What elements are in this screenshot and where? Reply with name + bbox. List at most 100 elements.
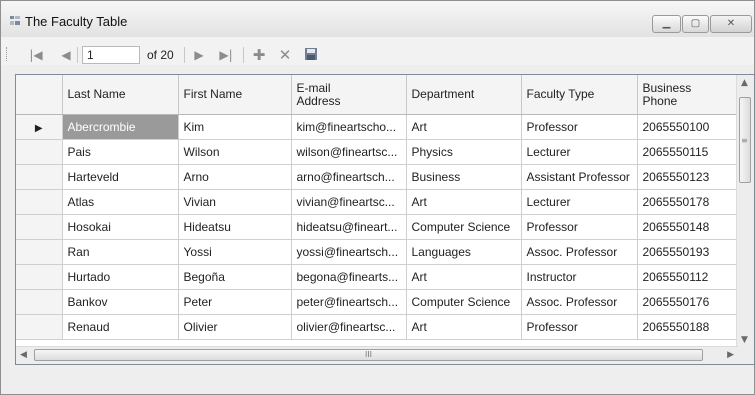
table-cell[interactable]: Kim xyxy=(178,114,292,140)
title-bar[interactable]: The Faculty Table ▁ ▢ ✕ xyxy=(1,1,754,37)
add-new-button[interactable]: ✚ xyxy=(251,47,267,63)
table-cell[interactable]: Wilson xyxy=(178,139,292,165)
scroll-left-icon[interactable]: ◀ xyxy=(20,350,27,360)
row-header[interactable] xyxy=(16,264,63,290)
scroll-right-icon[interactable]: ▶ xyxy=(727,350,734,360)
table-cell[interactable]: Arno xyxy=(178,164,292,190)
table-cell[interactable]: Hurtado xyxy=(62,264,179,290)
table-cell[interactable]: peter@fineartsch... xyxy=(291,289,407,315)
row-header[interactable] xyxy=(16,164,63,190)
row-header-corner[interactable] xyxy=(16,75,63,115)
table-cell[interactable]: Peter xyxy=(178,289,292,315)
table-row[interactable]: ▶ Abercrombie Kim kim@fineartscho... Art Prof… xyxy=(16,114,740,140)
table-cell[interactable]: Yossi xyxy=(178,239,292,265)
table-cell[interactable]: Harteveld xyxy=(62,164,179,190)
table-cell[interactable]: Assistant Professor xyxy=(521,164,638,190)
table-cell[interactable]: Assoc. Professor xyxy=(521,289,638,315)
minimize-button[interactable]: ▁ xyxy=(652,15,681,33)
table-row[interactable]: Hurtado Begoña begona@finearts... Art Instru… xyxy=(16,264,740,290)
horizontal-scrollbar[interactable]: ◀ III ▶ xyxy=(16,346,738,364)
delete-button[interactable]: ✕ xyxy=(277,47,293,63)
table-cell[interactable]: 2065550123 xyxy=(637,164,740,190)
table-cell[interactable]: Physics xyxy=(406,139,522,165)
scroll-up-icon[interactable]: ▲ xyxy=(741,78,748,88)
move-previous-button[interactable]: ◀ xyxy=(58,47,74,63)
faculty-data-grid[interactable]: Last Name First Name E-mail Address Depa… xyxy=(15,74,755,365)
table-cell[interactable]: Renaud xyxy=(62,314,179,340)
table-cell[interactable]: Languages xyxy=(406,239,522,265)
row-header[interactable] xyxy=(16,314,63,340)
table-cell[interactable]: arno@fineartsch... xyxy=(291,164,407,190)
table-cell[interactable]: olivier@fineartsc... xyxy=(291,314,407,340)
table-cell[interactable]: Professor xyxy=(521,114,638,140)
maximize-button[interactable]: ▢ xyxy=(682,15,709,33)
row-header[interactable] xyxy=(16,139,63,165)
table-cell[interactable]: Vivian xyxy=(178,189,292,215)
table-cell[interactable]: wilson@fineartsc... xyxy=(291,139,407,165)
table-cell[interactable]: 2065550148 xyxy=(637,214,740,240)
row-header[interactable] xyxy=(16,289,63,315)
table-cell[interactable]: Hosokai xyxy=(62,214,179,240)
table-cell[interactable]: Instructor xyxy=(521,264,638,290)
column-header[interactable]: First Name xyxy=(178,75,292,115)
table-cell[interactable]: hideatsu@fineart... xyxy=(291,214,407,240)
table-cell[interactable]: Abercrombie xyxy=(62,114,179,140)
save-button[interactable] xyxy=(303,47,319,63)
row-header[interactable] xyxy=(16,214,63,240)
toolbar-grip[interactable] xyxy=(6,47,9,61)
table-cell[interactable]: yossi@fineartsch... xyxy=(291,239,407,265)
close-button[interactable]: ✕ xyxy=(710,15,752,33)
row-header[interactable] xyxy=(16,239,63,265)
table-cell[interactable]: 2065550178 xyxy=(637,189,740,215)
table-cell[interactable]: Business xyxy=(406,164,522,190)
column-header[interactable]: Faculty Type xyxy=(521,75,638,115)
table-cell[interactable]: 2065550176 xyxy=(637,289,740,315)
position-input[interactable]: 1 xyxy=(82,46,140,64)
table-cell[interactable]: kim@fineartscho... xyxy=(291,114,407,140)
column-header[interactable]: Department xyxy=(406,75,522,115)
table-cell[interactable]: Art xyxy=(406,264,522,290)
table-cell[interactable]: Pais xyxy=(62,139,179,165)
table-row[interactable]: Ran Yossi yossi@fineartsch... Languages Asso… xyxy=(16,239,740,265)
table-row[interactable]: Pais Wilson wilson@fineartsc... Physics Lect… xyxy=(16,139,740,165)
column-header[interactable]: Last Name xyxy=(62,75,179,115)
table-cell[interactable]: 2065550115 xyxy=(637,139,740,165)
table-cell[interactable]: Professor xyxy=(521,214,638,240)
table-cell[interactable]: Olivier xyxy=(178,314,292,340)
table-cell[interactable]: Computer Science xyxy=(406,214,522,240)
move-last-button[interactable]: ▶| xyxy=(218,47,234,63)
scroll-down-icon[interactable]: ▼ xyxy=(741,335,748,345)
move-next-button[interactable]: ▶ xyxy=(191,47,207,63)
vertical-scroll-thumb[interactable]: ≡ xyxy=(739,97,751,183)
table-row[interactable]: Bankov Peter peter@fineartsch... Computer S… xyxy=(16,289,740,315)
horizontal-scroll-thumb[interactable]: III xyxy=(34,349,703,361)
row-header[interactable]: ▶ xyxy=(16,114,63,140)
table-cell[interactable]: Art xyxy=(406,114,522,140)
table-cell[interactable]: vivian@fineartsc... xyxy=(291,189,407,215)
table-cell[interactable]: Begoña xyxy=(178,264,292,290)
move-first-button[interactable]: |◀ xyxy=(28,47,44,63)
vertical-scrollbar[interactable]: ▲ ≡ ▼ xyxy=(736,75,754,348)
table-cell[interactable]: begona@finearts... xyxy=(291,264,407,290)
table-cell[interactable]: Hideatsu xyxy=(178,214,292,240)
table-row[interactable]: Atlas Vivian vivian@fineartsc... Art Lecture… xyxy=(16,189,740,215)
row-header[interactable] xyxy=(16,189,63,215)
table-cell[interactable]: 2065550112 xyxy=(637,264,740,290)
table-cell[interactable]: Lecturer xyxy=(521,139,638,165)
column-header[interactable]: Business Phone xyxy=(637,75,740,115)
table-cell[interactable]: Bankov xyxy=(62,289,179,315)
table-cell[interactable]: Atlas xyxy=(62,189,179,215)
column-header[interactable]: E-mail Address xyxy=(291,75,407,115)
table-row[interactable]: Hosokai Hideatsu hideatsu@fineart... Comput… xyxy=(16,214,740,240)
table-cell[interactable]: Computer Science xyxy=(406,289,522,315)
table-cell[interactable]: Assoc. Professor xyxy=(521,239,638,265)
table-cell[interactable]: 2065550100 xyxy=(637,114,740,140)
table-cell[interactable]: Professor xyxy=(521,314,638,340)
table-row[interactable]: Renaud Olivier olivier@fineartsc... Art Prof… xyxy=(16,314,740,340)
table-cell[interactable]: Art xyxy=(406,314,522,340)
table-cell[interactable]: Art xyxy=(406,189,522,215)
table-cell[interactable]: 2065550188 xyxy=(637,314,740,340)
table-row[interactable]: Harteveld Arno arno@fineartsch... Business A… xyxy=(16,164,740,190)
table-cell[interactable]: Ran xyxy=(62,239,179,265)
table-cell[interactable]: 2065550193 xyxy=(637,239,740,265)
